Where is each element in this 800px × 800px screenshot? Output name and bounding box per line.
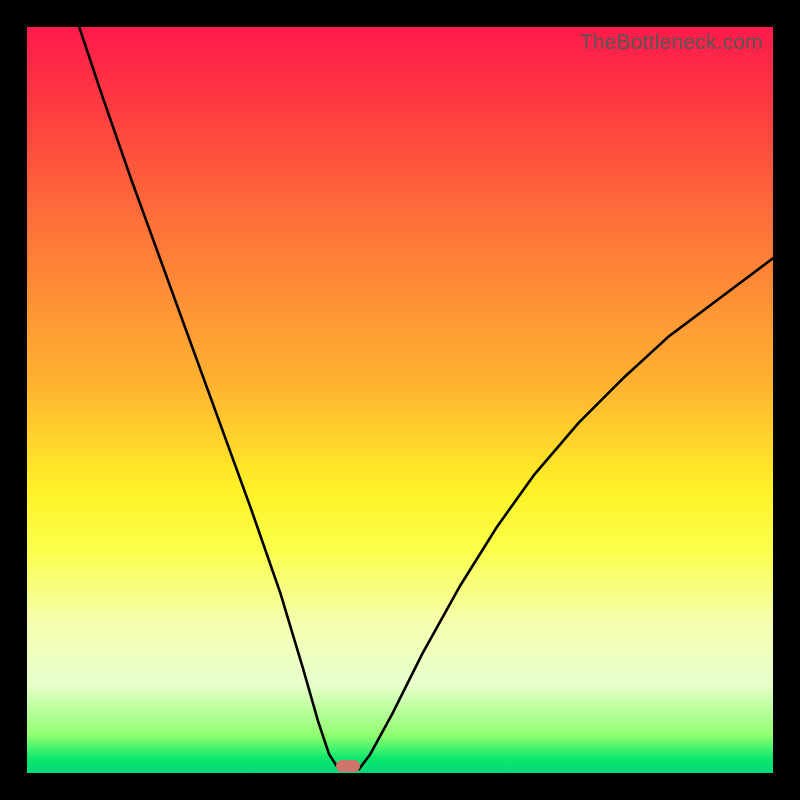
plot-area: TheBottleneck.com [27, 27, 773, 773]
bottleneck-curve [27, 27, 773, 773]
optimal-marker [336, 760, 360, 772]
chart-container: TheBottleneck.com [0, 0, 800, 800]
